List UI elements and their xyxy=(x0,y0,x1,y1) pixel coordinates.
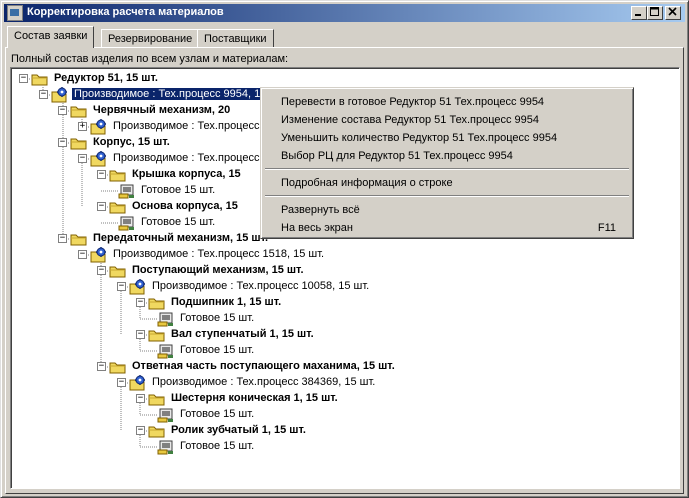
menu-item-label: Подробная информация о строке xyxy=(281,177,453,189)
collapse-toggle[interactable]: − xyxy=(97,362,106,371)
collapse-toggle[interactable]: − xyxy=(136,426,145,435)
menu-item-select-work-center[interactable]: Выбор РЦ для Редуктор 51 Тех.процесс 995… xyxy=(264,147,630,165)
tree-node-label: Передаточный механизм, 15 шт. xyxy=(93,232,269,244)
folder-icon xyxy=(109,359,127,375)
collapse-toggle[interactable]: − xyxy=(117,378,126,387)
expand-toggle[interactable]: + xyxy=(78,122,87,131)
menu-item-full-screen[interactable]: На весь экран F11 xyxy=(264,219,630,237)
folder-icon xyxy=(109,167,127,183)
ready-icon xyxy=(157,439,175,455)
title-bar[interactable]: Корректировка расчета материалов xyxy=(4,4,685,22)
tree-node-label: Червячный механизм, 20 xyxy=(93,104,231,116)
tree-node-label: Ответная часть поступающего маханима, 15… xyxy=(132,360,395,372)
tree-node-label: Производимое : Тех.процесс 10058, 15 шт. xyxy=(152,280,370,292)
tree-node-label: Производимое : Тех.процесс xyxy=(113,120,260,132)
tree-node-label: Готовое 15 шт. xyxy=(180,408,255,420)
process-icon xyxy=(90,247,108,263)
collapse-toggle[interactable]: − xyxy=(78,154,87,163)
menu-item-shortcut: F11 xyxy=(597,222,616,234)
tree-node-label: Подшипник 1, 15 шт. xyxy=(171,296,282,308)
tab-reservation[interactable]: Резервирование xyxy=(101,29,200,48)
collapse-toggle[interactable]: − xyxy=(39,90,48,99)
collapse-toggle[interactable]: − xyxy=(58,234,67,243)
menu-item-label: Изменение состава Редуктор 51 Тех.процес… xyxy=(281,114,540,126)
menu-item-label: Выбор РЦ для Редуктор 51 Тех.процесс 995… xyxy=(281,150,513,162)
folder-icon xyxy=(148,391,166,407)
menu-item-label: Уменьшить количество Редуктор 51 Тех.про… xyxy=(281,132,558,144)
tree-node-label: Готовое 15 шт. xyxy=(141,216,216,228)
tree-node-label: Основа корпуса, 15 xyxy=(132,200,238,212)
collapse-toggle[interactable]: − xyxy=(136,394,145,403)
folder-icon xyxy=(109,199,127,215)
window-title: Корректировка расчета материалов xyxy=(27,6,224,18)
main-window: Корректировка расчета материалов Состав … xyxy=(0,0,689,498)
tree-node-label: Готовое 15 шт. xyxy=(180,440,255,452)
tree-node-label: Готовое 15 шт. xyxy=(180,344,255,356)
collapse-toggle[interactable]: − xyxy=(58,138,67,147)
close-button[interactable] xyxy=(665,6,681,20)
tree-node-label: Поступающий механизм, 15 шт. xyxy=(132,264,304,276)
tree-node-label: Производимое : Тех.процесс 384369, 15 шт… xyxy=(152,376,376,388)
collapse-toggle[interactable]: − xyxy=(97,266,106,275)
ready-icon xyxy=(157,407,175,423)
tree-node-label: Корпус, 15 шт. xyxy=(93,136,170,148)
tree-node-label: Производимое : Тех.процесс 9954, 15 шт. xyxy=(72,88,288,100)
ready-icon xyxy=(157,311,175,327)
ready-icon xyxy=(157,343,175,359)
collapse-toggle[interactable]: − xyxy=(97,202,106,211)
ready-icon xyxy=(118,215,136,231)
tree-node-label: Шестерня коническая 1, 15 шт. xyxy=(171,392,338,404)
collapse-toggle[interactable]: − xyxy=(58,106,67,115)
tab-order-composition[interactable]: Состав заявки xyxy=(7,26,95,48)
collapse-toggle[interactable]: − xyxy=(136,330,145,339)
tree-node-label: Готовое 15 шт. xyxy=(180,312,255,324)
menu-item-change-composition[interactable]: Изменение состава Редуктор 51 Тех.процес… xyxy=(264,111,630,129)
folder-icon xyxy=(148,295,166,311)
tree-caption: Полный состав изделия по всем узлам и ма… xyxy=(11,53,289,65)
process-icon xyxy=(129,279,147,295)
collapse-toggle[interactable]: − xyxy=(136,298,145,307)
folder-icon xyxy=(148,423,166,439)
tree-node-label: Готовое 15 шт. xyxy=(141,184,216,196)
collapse-toggle[interactable]: − xyxy=(117,282,126,291)
menu-item-label: На весь экран xyxy=(281,222,353,234)
close-icon xyxy=(668,7,677,16)
menu-item-mark-ready[interactable]: Перевести в готовое Редуктор 51 Тех.проц… xyxy=(264,93,630,111)
folder-icon xyxy=(70,231,88,247)
menu-item-row-details[interactable]: Подробная информация о строке xyxy=(264,174,630,192)
app-icon xyxy=(7,5,23,21)
process-icon xyxy=(51,87,69,103)
minimize-icon xyxy=(635,14,641,16)
folder-icon xyxy=(31,71,49,87)
minimize-button[interactable] xyxy=(631,6,647,20)
tree-node-label: Вал ступенчатый 1, 15 шт. xyxy=(171,328,314,340)
tree-node-label: Производимое : Тех.процесс 1518, 15 шт. xyxy=(113,248,325,260)
menu-item-label: Перевести в готовое Редуктор 51 Тех.проц… xyxy=(281,96,545,108)
tree-node-label: Крышка корпуса, 15 xyxy=(132,168,241,180)
menu-item-expand-all[interactable]: Развернуть всё xyxy=(264,201,630,219)
menu-item-reduce-quantity[interactable]: Уменьшить количество Редуктор 51 Тех.про… xyxy=(264,129,630,147)
process-icon xyxy=(90,119,108,135)
maximize-icon xyxy=(650,7,659,16)
collapse-toggle[interactable]: − xyxy=(78,250,87,259)
collapse-toggle[interactable]: − xyxy=(19,74,28,83)
collapse-toggle[interactable]: − xyxy=(97,170,106,179)
folder-icon xyxy=(70,103,88,119)
menu-item-label: Развернуть всё xyxy=(281,204,360,216)
menu-separator xyxy=(265,195,629,197)
context-menu: Перевести в готовое Редуктор 51 Тех.проц… xyxy=(260,87,634,239)
menu-separator xyxy=(265,168,629,170)
process-icon xyxy=(129,375,147,391)
maximize-button[interactable] xyxy=(647,6,663,20)
tree-node-label: Производимое : Тех.процесс xyxy=(113,152,260,164)
ready-icon xyxy=(118,183,136,199)
folder-icon xyxy=(148,327,166,343)
tree-node-label: Ролик зубчатый 1, 15 шт. xyxy=(171,424,306,436)
tab-suppliers[interactable]: Поставщики xyxy=(197,29,274,48)
tree-node-label: Редуктор 51, 15 шт. xyxy=(54,72,158,84)
folder-icon xyxy=(70,135,88,151)
process-icon xyxy=(90,151,108,167)
folder-icon xyxy=(109,263,127,279)
